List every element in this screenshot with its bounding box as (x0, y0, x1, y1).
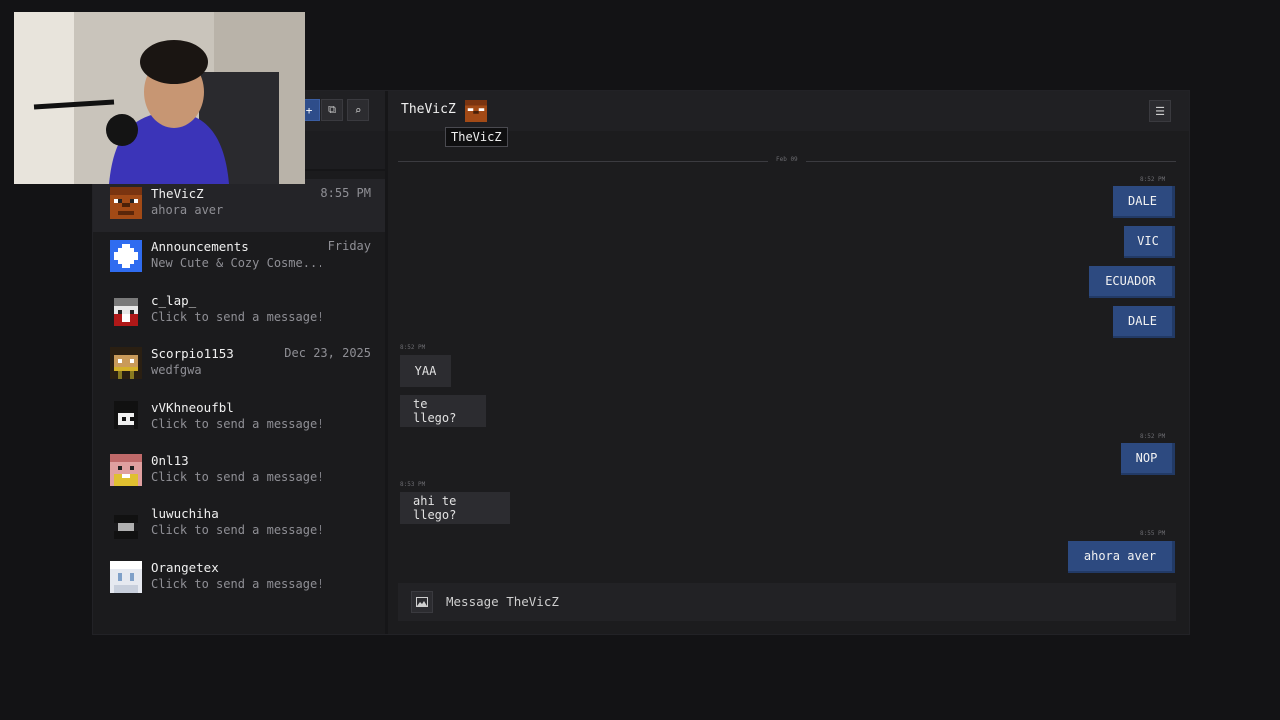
message-timestamp: 8:52 PM (1140, 433, 1166, 440)
date-label: Feb 09 (776, 156, 798, 163)
0nl13-avatar (110, 453, 142, 486)
message-bubble-received: ahi te llego? (400, 492, 510, 524)
chat-header: TheVicZ ☰ (388, 91, 1189, 131)
message-timestamp: 8:52 PM (1140, 176, 1166, 183)
conversation-preview: New Cute & Cozy Cosme... (151, 256, 321, 271)
message-bubble-sent: VIC (1124, 226, 1175, 258)
conversation-preview: ahora aver (151, 203, 224, 217)
conversation-thevicz[interactable]: TheVicZ ahora aver 8:55 PM (93, 179, 385, 233)
message-input[interactable]: Message TheVicZ (446, 594, 559, 609)
message-bubble-sent: ahora aver (1068, 541, 1175, 573)
conversation-name: c_lap_ (151, 292, 197, 308)
conversation-luwuchiha[interactable]: luwuchiha Click to send a message! (93, 499, 385, 552)
conversation-preview: Click to send a message! (151, 523, 321, 538)
conversation-name: 0nl13 (151, 452, 189, 468)
conversation-preview: Click to send a message! (151, 469, 321, 484)
conversation-scorpio1153[interactable]: Scorpio1153 wedfgwa Dec 23, 2025 (93, 339, 385, 392)
menu-icon: ☰ (1155, 104, 1165, 118)
conversation-time: Friday (327, 239, 371, 254)
thevicz-avatar (110, 187, 142, 219)
conversation-preview: Click to send a message! (151, 309, 321, 324)
date-separator: Feb 09 (398, 156, 1176, 163)
conversation-time: Dec 23, 2025 (284, 346, 371, 361)
separator-line-left (398, 161, 768, 162)
attach-image-button[interactable] (411, 591, 433, 613)
conversation-time: 8:55 PM (320, 186, 371, 200)
message-bubble-received: te llego? (400, 395, 486, 427)
announcements-avatar (110, 240, 142, 273)
message-bubble-received: YAA (400, 355, 451, 387)
message-timestamp: 8:52 PM (400, 344, 426, 351)
conversation-preview: Click to send a message! (151, 416, 321, 431)
plus-icon: + (305, 103, 313, 117)
message-bubble-sent: NOP (1121, 443, 1175, 475)
conversation-name: TheVicZ (151, 186, 204, 201)
conversation-vvkhneoufbl[interactable]: vVKhneoufbl Click to send a message! (93, 393, 385, 446)
chat-menu-button[interactable]: ☰ (1149, 100, 1171, 122)
new-group-button[interactable]: ⧉ (321, 99, 343, 121)
conversation-name: Announcements (151, 239, 249, 255)
luwuchiha-avatar (110, 507, 142, 540)
orangetex-avatar (110, 560, 142, 593)
message-bubble-sent: ECUADOR (1089, 266, 1175, 298)
message-bubble-sent: DALE (1113, 186, 1175, 218)
vvkhneoufbl-avatar (110, 400, 142, 433)
conversation-c-lap[interactable]: c_lap_ Click to send a message! (93, 286, 385, 339)
c-lap-avatar (110, 293, 142, 326)
conversation-preview: Click to send a message! (151, 576, 321, 591)
search-icon: ⌕ (354, 103, 362, 117)
search-button[interactable]: ⌕ (347, 99, 369, 121)
conversation-0nl13[interactable]: 0nl13 Click to send a message! (93, 446, 385, 499)
message-bubble-sent: DALE (1113, 306, 1175, 338)
chat-user-avatar[interactable] (465, 100, 487, 122)
chat-pane: TheVicZ ☰ TheVicZ Feb 09 8:52 PM DALE VI… (388, 91, 1189, 634)
username-tooltip: TheVicZ (445, 127, 508, 147)
separator-line-right (806, 161, 1176, 162)
image-icon (416, 597, 428, 607)
webcam-overlay (14, 12, 305, 184)
message-timestamp: 8:55 PM (1140, 530, 1166, 537)
conversation-name: Orangetex (151, 559, 219, 575)
conversation-preview: wedfgwa (151, 363, 202, 378)
message-input-bar[interactable]: Message TheVicZ (398, 583, 1176, 621)
conversation-list: TheVicZ ahora aver 8:55 PM Announcements… (93, 179, 385, 606)
chat-title[interactable]: TheVicZ (401, 102, 456, 117)
conversation-announcements[interactable]: Announcements New Cute & Cozy Cosme... F… (93, 232, 385, 285)
conversation-name: luwuchiha (151, 506, 219, 522)
message-timestamp: 8:53 PM (400, 481, 426, 488)
conversation-orangetex[interactable]: Orangetex Click to send a message! (93, 553, 385, 606)
scorpio1153-avatar (110, 347, 142, 380)
conversation-name: vVKhneoufbl (151, 399, 234, 415)
conversation-name: Scorpio1153 (151, 346, 234, 362)
webcam-image (14, 12, 305, 184)
new-window-icon: ⧉ (328, 103, 336, 116)
